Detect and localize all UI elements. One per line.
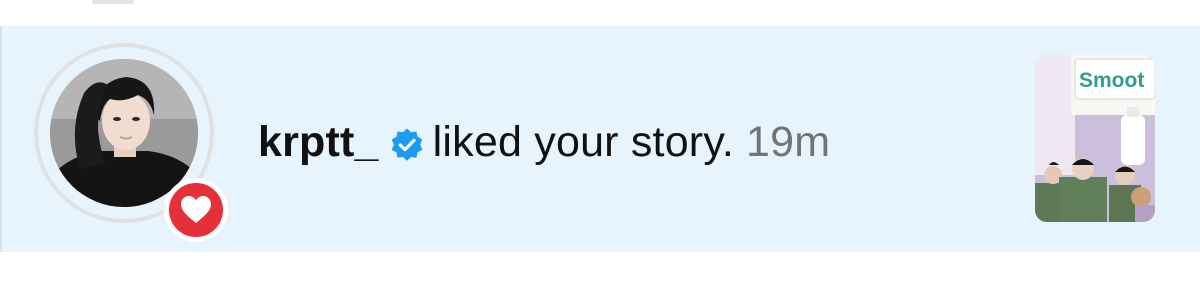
timestamp: 19m (746, 117, 831, 166)
story-thumbnail[interactable]: Smoot (1035, 55, 1155, 222)
previous-row-edge (92, 0, 134, 4)
notifications-page: krptt_ liked your story. 19m Smoot (0, 0, 1200, 287)
story-preview-text: Smoot (1079, 69, 1145, 92)
notification-row[interactable]: krptt_ liked your story. 19m Smoot (0, 26, 1200, 252)
like-badge (164, 178, 228, 242)
like-badge-fill (169, 183, 223, 237)
heart-icon (181, 196, 211, 223)
notification-text: krptt_ liked your story. 19m (258, 114, 830, 170)
username[interactable]: krptt_ (258, 118, 379, 167)
verified-badge-icon (389, 125, 425, 161)
action-text: liked your story. (432, 117, 734, 166)
